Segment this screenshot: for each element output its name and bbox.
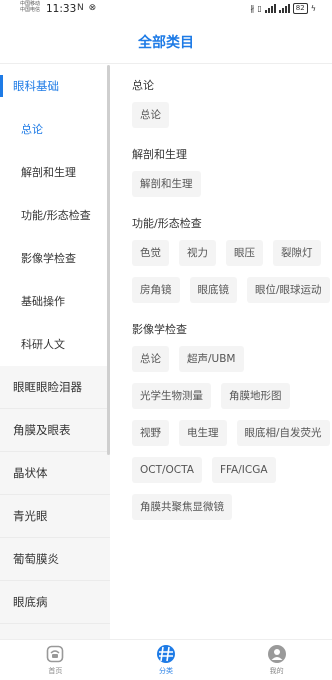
tag-item[interactable]: 眼底相/自发荧光 [236, 420, 330, 446]
home-icon [45, 644, 65, 664]
sidebar-item-tumor[interactable]: 眼底理眼肿瘤 [0, 624, 110, 639]
section-anatomy: 解剖和生理 解剖和生理 [110, 128, 332, 197]
page-header: 全部类目 [0, 20, 332, 64]
section-title: 解剖和生理 [132, 148, 187, 161]
tag-item[interactable]: OCT/OCTA [132, 457, 202, 483]
tag-item[interactable]: 电生理 [179, 420, 227, 446]
subcategory-item-anatomy[interactable]: 解剖和生理 [0, 151, 110, 194]
section-title: 功能/形态检查 [132, 217, 202, 230]
tag-item[interactable]: 色觉 [132, 240, 169, 266]
tag-item[interactable]: 角膜共聚焦显微镜 [132, 494, 232, 520]
signal-icon [264, 4, 276, 13]
sidebar-item-orbit[interactable]: 眼眶眼睑泪器 [0, 366, 110, 409]
subcategory-item-basic-operation[interactable]: 基础操作 [0, 280, 110, 323]
tag-item[interactable]: 眼底镜 [189, 277, 237, 303]
tag-list: 总论 [132, 102, 332, 128]
section-title: 影像学检查 [132, 323, 187, 336]
tag-item[interactable]: 总论 [132, 102, 169, 128]
tag-item[interactable]: 房角镜 [132, 277, 180, 303]
sidebar-item-retina[interactable]: 眼底病 [0, 581, 110, 624]
tag-item[interactable]: 总论 [132, 346, 169, 372]
sidebar-item-glaucoma[interactable]: 青光眼 [0, 495, 110, 538]
notification-icons: N ⊗ [77, 3, 98, 13]
nav-profile[interactable]: 我的 [221, 640, 332, 680]
system-indicators: ∦ ▯ 82 ϟ [250, 3, 316, 14]
tag-item[interactable]: 超声/UBM [179, 346, 244, 372]
carrier-info: 中国移动 中国电信 [20, 1, 40, 13]
sidebar-item-uveitis[interactable]: 葡萄膜炎 [0, 538, 110, 581]
tag-item[interactable]: 解剖和生理 [132, 171, 201, 197]
tag-item[interactable]: 视野 [132, 420, 169, 446]
tag-item[interactable]: 视力 [179, 240, 216, 266]
tag-list: 总论 超声/UBM 光学生物测量 角膜地形图 视野 电生理 眼底相/自发荧光 O… [132, 346, 332, 520]
charging-icon: ϟ [310, 4, 316, 13]
bluetooth-icon: ∦ [250, 4, 255, 13]
bottom-nav: 首页 分类 我的 [0, 639, 332, 680]
tag-item[interactable]: 光学生物测量 [132, 383, 211, 409]
profile-icon [267, 644, 287, 664]
signal-icon-2 [278, 4, 290, 13]
battery-icon: 82 [292, 3, 308, 14]
subcategory-item-function-exam[interactable]: 功能/形态检查 [0, 194, 110, 237]
tag-item[interactable]: 眼压 [226, 240, 263, 266]
nav-label: 分类 [159, 667, 173, 675]
subcategory-item-imaging[interactable]: 影像学检查 [0, 237, 110, 280]
nav-label: 首页 [48, 667, 63, 675]
tag-item[interactable]: 眼位/眼球运动 [247, 277, 330, 303]
section-title: 总论 [132, 79, 154, 92]
sidebar-item-lens[interactable]: 晶状体 [0, 452, 110, 495]
carrier-line-2: 中国电信 [20, 7, 41, 13]
sidebar-item-active-category[interactable]: 眼科基础 [0, 65, 110, 108]
tag-list: 色觉 视力 眼压 裂隙灯 房角镜 眼底镜 眼位/眼球运动 [132, 240, 332, 303]
nav-home[interactable]: 首页 [0, 640, 111, 680]
subcategory-list: 总论 解剖和生理 功能/形态检查 影像学检查 基础操作 科研人文 [0, 108, 110, 366]
sidebar-item-cornea[interactable]: 角膜及眼表 [0, 409, 110, 452]
tag-item[interactable]: 角膜地形图 [221, 383, 290, 409]
nav-category[interactable]: 分类 [111, 640, 222, 680]
category-icon [156, 644, 176, 664]
page-title: 全部类目 [138, 35, 194, 51]
tag-item[interactable]: 裂隙灯 [273, 240, 321, 266]
section-imaging: 影像学检查 总论 超声/UBM 光学生物测量 角膜地形图 视野 电生理 眼底相/… [110, 303, 332, 520]
tag-item[interactable]: FFA/ICGA [211, 457, 276, 483]
section-function-exam: 功能/形态检查 色觉 视力 眼压 裂隙灯 房角镜 眼底镜 眼位/眼球运动 [110, 197, 332, 303]
vibrate-icon: ▯ [257, 4, 262, 13]
status-bar: 中国移动 中国电信 11:33 N ⊗ ∦ ▯ 82 ϟ [0, 0, 332, 20]
section-general: 总论 总论 [110, 65, 332, 128]
nav-label: 我的 [269, 667, 284, 675]
category-content[interactable]: 总论 总论 解剖和生理 解剖和生理 功能/形态检查 色觉 视力 眼压 裂隙灯 房… [110, 65, 332, 639]
subcategory-item-general[interactable]: 总论 [0, 108, 110, 151]
tag-list: 解剖和生理 [132, 171, 332, 197]
subcategory-item-research[interactable]: 科研人文 [0, 323, 110, 366]
category-sidebar[interactable]: 眼科基础 总论 解剖和生理 功能/形态检查 影像学检查 基础操作 科研人文 眼眶… [0, 65, 110, 639]
clock: 11:33 [46, 3, 77, 15]
